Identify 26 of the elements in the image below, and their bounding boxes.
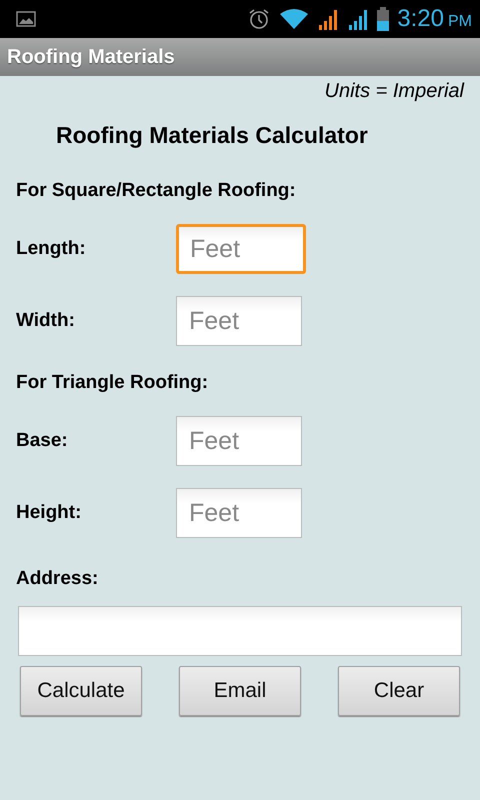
calculator-heading: Roofing Materials Calculator bbox=[56, 122, 369, 150]
field-label: Width: bbox=[16, 310, 76, 332]
action-button[interactable]: Clear bbox=[338, 666, 460, 716]
units-label: Units = Imperial bbox=[324, 79, 466, 104]
input-field[interactable]: Feet bbox=[176, 488, 302, 538]
alarm-clock-icon bbox=[247, 7, 272, 31]
input-field[interactable]: Feet bbox=[176, 416, 302, 466]
field-label: Length: bbox=[16, 238, 87, 260]
signal-icon bbox=[317, 8, 340, 30]
input-field[interactable]: Feet bbox=[176, 296, 302, 346]
window-title: Roofing Materials bbox=[7, 46, 175, 68]
field-label: Address: bbox=[16, 568, 100, 591]
action-button[interactable]: Email bbox=[179, 666, 301, 716]
signal-icon bbox=[347, 8, 370, 30]
field-label: Base: bbox=[16, 430, 69, 452]
image-notification-icon bbox=[16, 11, 36, 27]
clock-period: PM bbox=[448, 12, 472, 30]
section-title: For Triangle Roofing: bbox=[16, 372, 210, 395]
section-title: For Square/Rectangle Roofing: bbox=[16, 180, 297, 203]
input-field[interactable]: Feet bbox=[176, 224, 306, 274]
field-label: Height: bbox=[16, 502, 82, 524]
clock-time: 3:20 bbox=[397, 5, 444, 33]
wifi-icon bbox=[279, 8, 310, 30]
action-button[interactable]: Calculate bbox=[20, 666, 142, 716]
battery-icon bbox=[377, 7, 390, 31]
address-field[interactable] bbox=[18, 606, 462, 656]
